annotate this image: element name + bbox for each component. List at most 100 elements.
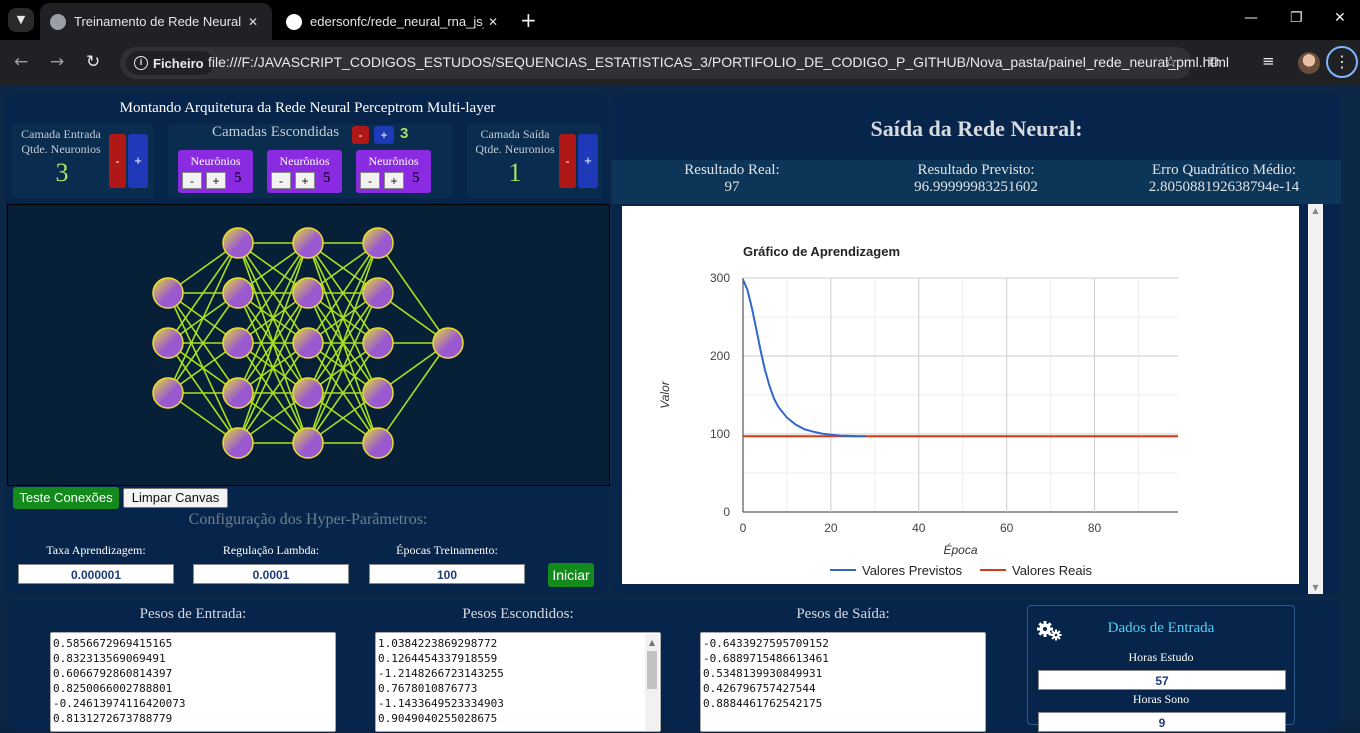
- neuron-node: [362, 227, 394, 259]
- scrollbar-thumb[interactable]: [647, 651, 657, 689]
- neuron-node: [222, 277, 254, 309]
- neuron-node: [152, 327, 184, 359]
- neuron-plus-button[interactable]: +: [206, 172, 226, 189]
- chart-scrollbar[interactable]: ▲ ▼: [1308, 204, 1323, 594]
- study-hours-input[interactable]: 57: [1038, 670, 1286, 690]
- neuron-plus-button[interactable]: +: [384, 172, 404, 189]
- neuron-node: [362, 427, 394, 459]
- lambda-label: Regulação Lambda:: [222, 543, 320, 557]
- neuron-node: [222, 427, 254, 459]
- chart-title: Gráfico de Aprendizagem: [743, 244, 900, 259]
- y-tick-label: 100: [710, 427, 730, 441]
- input-data-title: Dados de Entrada: [1107, 620, 1215, 636]
- weight-line: 0.7678010876773: [378, 682, 478, 695]
- legend-label: Valores Reais: [1012, 563, 1092, 578]
- tab-title: edersonfc/rede_neural_rna_js_p: [310, 14, 484, 29]
- scroll-up-icon[interactable]: ▲: [645, 635, 659, 650]
- output-weights-textarea[interactable]: -0.6433927595709152 -0.6889715486613461 …: [700, 632, 986, 732]
- output-panel: Saída da Rede Neural: Resultado Real: 97…: [612, 94, 1341, 594]
- hidden-layer-label: Neurônios: [368, 154, 419, 168]
- clear-canvas-button[interactable]: Limpar Canvas: [123, 488, 228, 508]
- hidden-layers-box: Camadas Escondidas - + 3 Neurônios - + 5…: [168, 124, 452, 198]
- tab-active[interactable]: Treinamento de Rede Neural ✕: [40, 3, 272, 40]
- architecture-title: Montando Arquitetura da Rede Neural Perc…: [119, 100, 496, 116]
- test-connections-button[interactable]: Teste Conexões: [13, 487, 119, 509]
- profile-avatar[interactable]: [1298, 52, 1320, 74]
- start-button[interactable]: Iniciar: [548, 563, 594, 587]
- forward-icon[interactable]: →: [50, 52, 64, 72]
- scroll-down-icon[interactable]: ▼: [1308, 583, 1323, 592]
- neuron-node: [222, 377, 254, 409]
- bookmark-star-icon[interactable]: ☆: [1164, 52, 1178, 71]
- hidden-layer-label: Neurônios: [190, 154, 241, 168]
- weight-line: 0.5348139930849931: [703, 667, 823, 680]
- new-tab-button[interactable]: +: [520, 8, 537, 32]
- neuron-plus-button[interactable]: +: [295, 172, 315, 189]
- tab-search-button[interactable]: ▼: [8, 8, 34, 32]
- weight-line: 0.5856672969415165: [53, 637, 173, 650]
- hidden-layer-card: Neurônios - + 5: [178, 150, 253, 193]
- scroll-up-icon[interactable]: ▲: [1308, 206, 1323, 215]
- omnibox[interactable]: i Ficheiro file:///F:/JAVASCRIPT_CODIGOS…: [120, 47, 1229, 79]
- output-plus-button[interactable]: +: [578, 134, 598, 188]
- weight-line: 1.0384223869298772: [378, 637, 498, 650]
- neuron-count: 5: [234, 170, 242, 186]
- weight-line: -0.6889715486613461: [703, 652, 829, 665]
- input-plus-button[interactable]: +: [128, 134, 148, 188]
- weight-line: -1.1433649523334903: [378, 697, 504, 710]
- info-icon: i: [134, 56, 148, 70]
- output-minus-button[interactable]: -: [559, 134, 576, 188]
- learning-rate-input[interactable]: 0.000001: [18, 564, 174, 584]
- extensions-icon[interactable]: ⧉: [1208, 52, 1219, 70]
- github-icon: [286, 13, 302, 30]
- neuron-minus-button[interactable]: -: [182, 172, 202, 189]
- legend-label: Valores Previstos: [862, 563, 963, 578]
- hidden-minus-button[interactable]: -: [352, 126, 369, 144]
- results-band: Resultado Real: 97 Resultado Previsto: 9…: [612, 160, 1341, 204]
- output-weights-title: Pesos de Saída:: [796, 606, 890, 622]
- neuron-minus-button[interactable]: -: [271, 172, 291, 189]
- back-icon[interactable]: ←: [14, 52, 28, 72]
- weight-line: 0.8884461762542175: [703, 697, 823, 710]
- weight-line: 0.6066792860814397: [53, 667, 173, 680]
- epochs-input[interactable]: 100: [369, 564, 525, 584]
- input-weights-title: Pesos de Entrada:: [139, 606, 247, 622]
- input-weights-textarea[interactable]: 0.5856672969415165 0.832313569069491 0.6…: [50, 632, 336, 732]
- connection-line: [167, 242, 239, 394]
- site-info-chip[interactable]: i Ficheiro: [126, 51, 214, 75]
- browser-menu-icon[interactable]: ⋮: [1326, 46, 1358, 78]
- lambda-input[interactable]: 0.0001: [193, 564, 349, 584]
- close-tab-icon[interactable]: ✕: [244, 15, 262, 29]
- sleep-hours-input[interactable]: 9: [1038, 712, 1286, 732]
- tab-github[interactable]: edersonfc/rede_neural_rna_js_p ✕: [276, 3, 512, 40]
- x-tick-label: 80: [1088, 521, 1102, 535]
- mse-value: 2.805088192638794e-14: [1148, 179, 1300, 195]
- input-neuron-count: 3: [55, 158, 69, 187]
- textarea-scrollbar[interactable]: ▲: [645, 634, 659, 731]
- input-minus-button[interactable]: -: [109, 134, 126, 188]
- neuron-node: [362, 277, 394, 309]
- sleep-hours-label: Horas Sono: [1132, 692, 1190, 706]
- neuron-node: [292, 327, 324, 359]
- input-layer-box: Camada Entrada Qtde. Neuronios 3 - +: [12, 124, 154, 198]
- neuron-node: [222, 227, 254, 259]
- neuron-node: [222, 327, 254, 359]
- hidden-weights-textarea[interactable]: 1.0384223869298772 0.1264454337918559 -1…: [375, 632, 661, 732]
- close-tab-icon[interactable]: ✕: [484, 15, 502, 29]
- weight-line: -1.2148266723143255: [378, 667, 504, 680]
- minimize-icon[interactable]: —: [1244, 10, 1258, 26]
- hidden-layer-label: Neurônios: [279, 154, 330, 168]
- reload-icon[interactable]: ↻: [86, 52, 100, 72]
- predicted-result: Resultado Previsto: 96.99999983251602: [876, 162, 1076, 196]
- learning-chart-svg: Gráfico de Aprendizagem 0 100 200 300 0 20 40 60…: [658, 244, 1178, 578]
- close-window-icon[interactable]: ✕: [1334, 10, 1346, 26]
- media-icon[interactable]: ≡: [1262, 52, 1275, 70]
- maximize-icon[interactable]: ❐: [1290, 10, 1303, 26]
- output-neuron-count: 1: [508, 158, 522, 187]
- hidden-plus-button[interactable]: +: [374, 126, 394, 144]
- y-tick-label: 300: [710, 271, 730, 285]
- url-text[interactable]: file:///F:/JAVASCRIPT_CODIGOS_ESTUDOS/SE…: [208, 54, 1229, 70]
- neuron-node: [152, 377, 184, 409]
- network-canvas[interactable]: [7, 204, 610, 486]
- neuron-minus-button[interactable]: -: [360, 172, 380, 189]
